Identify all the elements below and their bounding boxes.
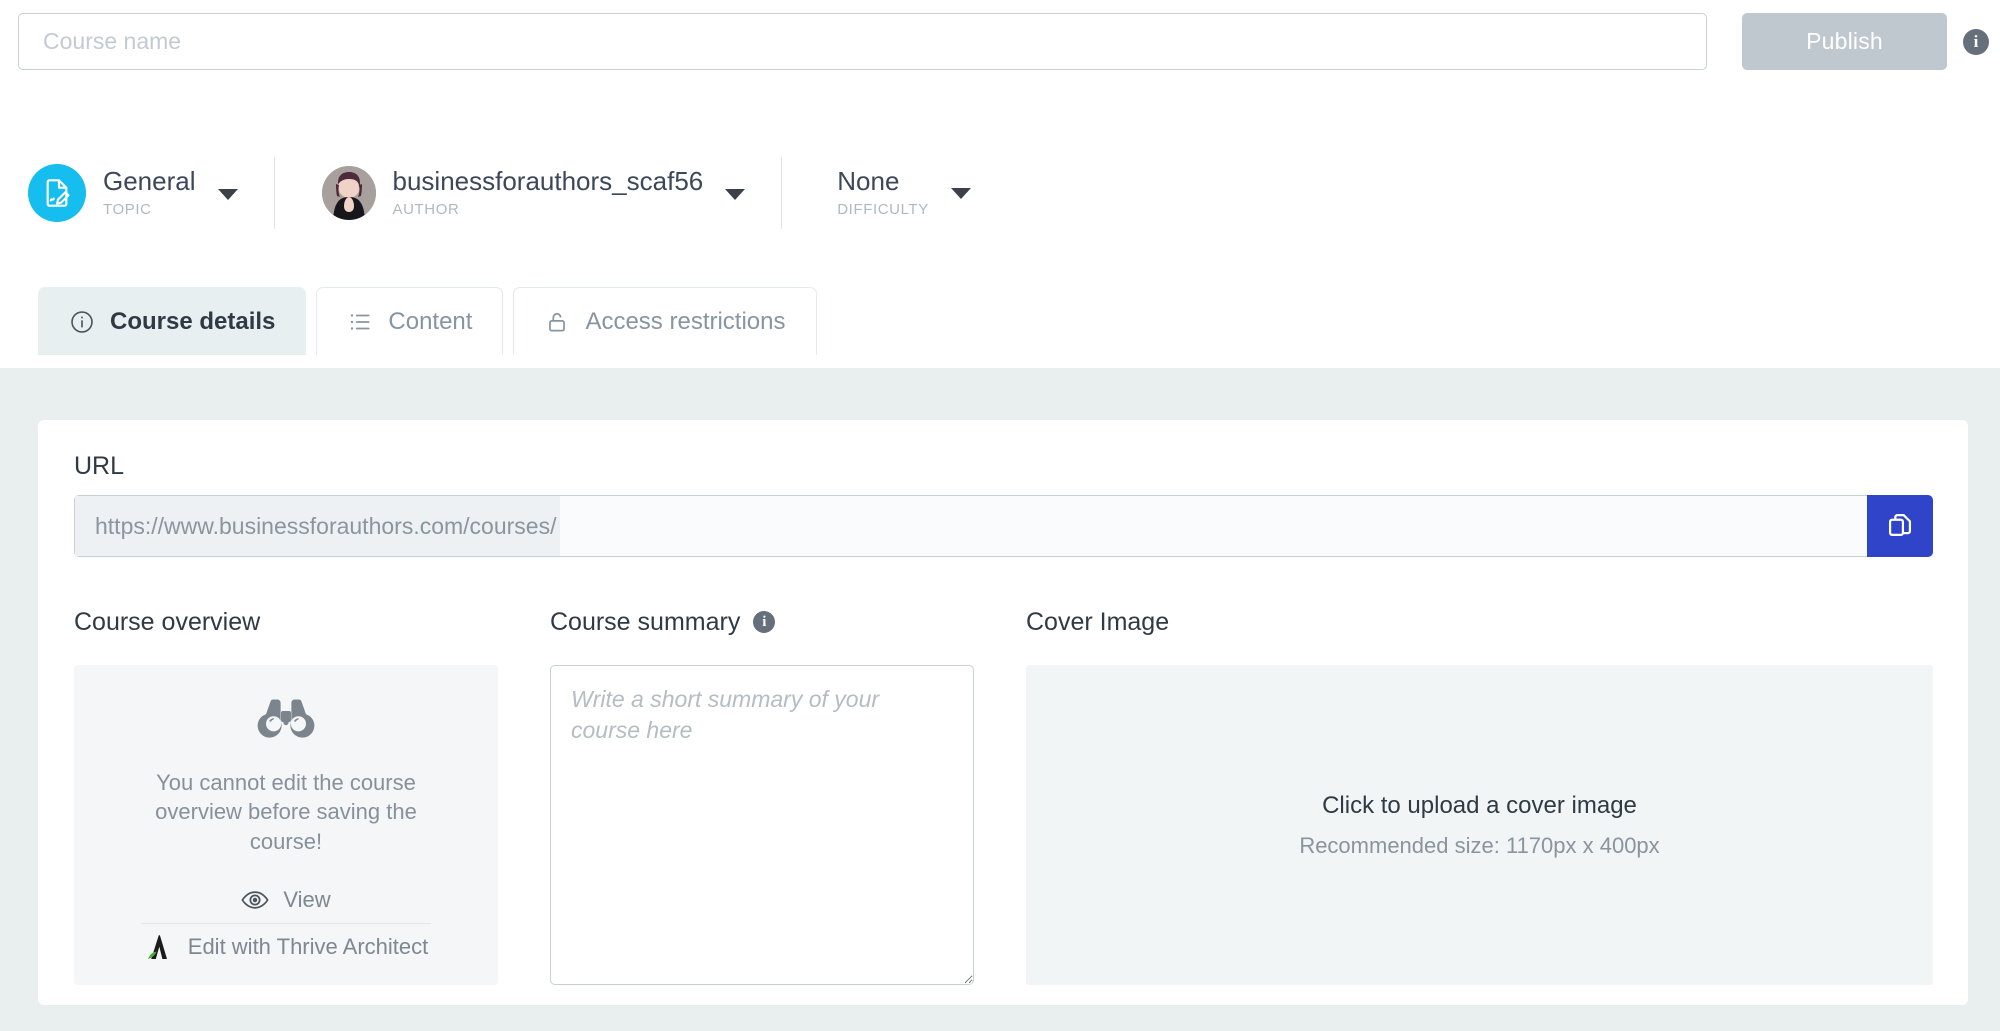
- course-summary-title: Course summary i: [550, 605, 974, 639]
- cover-image-dropzone[interactable]: Click to upload a cover image Recommende…: [1026, 665, 1933, 985]
- topic-selector[interactable]: General TOPIC: [0, 157, 274, 229]
- difficulty-value: None: [837, 165, 900, 196]
- tab-content-label: Content: [388, 307, 473, 335]
- publish-info-icon[interactable]: i: [1963, 29, 1989, 55]
- url-field-group: https://www.businessforauthors.com/cours…: [74, 495, 1933, 557]
- tab-content[interactable]: Content: [316, 287, 504, 355]
- difficulty-selector[interactable]: None DIFFICULTY: [782, 157, 971, 229]
- copy-url-button[interactable]: [1867, 495, 1933, 557]
- publish-button[interactable]: Publish: [1742, 13, 1947, 70]
- edit-with-thrive-architect-link[interactable]: Edit with Thrive Architect: [141, 924, 431, 970]
- course-overview-message: You cannot edit the course overview befo…: [155, 770, 417, 854]
- author-selector[interactable]: businessforauthors_scaf56 AUTHOR: [275, 157, 782, 229]
- copy-icon: [1886, 511, 1914, 542]
- course-overview-links: View Edit with Thrive Architect: [141, 878, 431, 970]
- difficulty-label: DIFFICULTY: [837, 201, 929, 219]
- cover-image-column: Cover Image Click to upload a cover imag…: [1026, 605, 1933, 990]
- course-details-panel: URL https://www.businessforauthors.com/c…: [38, 420, 1968, 1005]
- topic-value: General: [103, 165, 196, 196]
- cover-image-upload-label: Click to upload a cover image: [1322, 791, 1637, 819]
- author-label: AUTHOR: [392, 201, 460, 219]
- url-label: URL: [74, 452, 125, 480]
- url-slug-input[interactable]: [560, 496, 1867, 556]
- info-icon: [69, 309, 95, 335]
- thrive-architect-icon: [144, 932, 174, 962]
- course-summary-column: Course summary i: [550, 605, 974, 990]
- course-overview-title: Course overview: [74, 607, 261, 636]
- course-summary-info-icon[interactable]: i: [753, 611, 776, 633]
- course-overview-box: You cannot edit the course overview befo…: [74, 665, 498, 985]
- topic-chevron-down-icon[interactable]: [217, 188, 238, 200]
- binoculars-icon: [256, 697, 316, 746]
- course-overview-column: Course overview You cannot edit the cour…: [74, 605, 498, 990]
- details-columns: Course overview You cannot edit the cour…: [74, 605, 1933, 990]
- document-pencil-icon: [28, 164, 86, 222]
- tab-access-restrictions[interactable]: Access restrictions: [513, 287, 817, 355]
- course-summary-title-label: Course summary: [550, 607, 741, 636]
- tab-course-details-label: Course details: [110, 307, 276, 335]
- tab-access-restrictions-label: Access restrictions: [585, 307, 786, 335]
- cover-image-title: Cover Image: [1026, 607, 1170, 636]
- top-bar: Publish i: [0, 0, 2000, 92]
- course-meta-row: General TOPIC businessforauthors_scaf56 …: [0, 148, 2000, 238]
- edit-with-thrive-architect-label: Edit with Thrive Architect: [187, 933, 429, 959]
- difficulty-chevron-down-icon[interactable]: [950, 188, 971, 200]
- url-field[interactable]: https://www.businessforauthors.com/cours…: [74, 495, 1867, 557]
- list-icon: [347, 309, 373, 335]
- eye-icon: [241, 890, 269, 910]
- tab-bar: Course details Content Access restrictio…: [38, 287, 827, 355]
- url-prefix: https://www.businessforauthors.com/cours…: [75, 496, 561, 556]
- lock-icon: [544, 309, 570, 335]
- author-value: businessforauthors_scaf56: [392, 165, 704, 196]
- view-overview-label: View: [283, 887, 331, 913]
- course-editor-page: Publish i General TOPIC: [0, 0, 2000, 1031]
- cover-image-recommended-label: Recommended size: 1170px x 400px: [1299, 832, 1660, 858]
- avatar: [321, 166, 376, 220]
- view-overview-link[interactable]: View: [141, 878, 431, 924]
- tab-course-details[interactable]: Course details: [38, 287, 307, 355]
- topic-label: TOPIC: [103, 201, 152, 219]
- course-name-input[interactable]: [18, 13, 1707, 70]
- author-chevron-down-icon[interactable]: [725, 188, 746, 200]
- course-summary-textarea[interactable]: [550, 665, 974, 985]
